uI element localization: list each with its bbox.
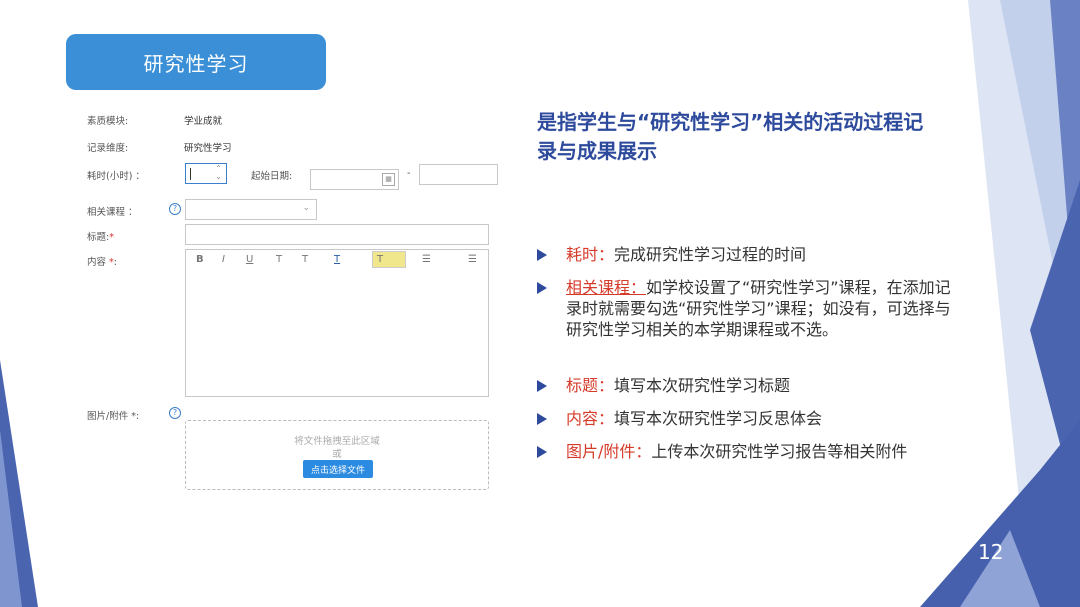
course-select[interactable]: ⌄ [185,199,317,220]
chevron-down-icon: ⌄ [302,203,310,213]
bullet-keyword: 标题： [566,376,615,395]
help-icon[interactable]: ? [169,407,181,419]
justify-icon[interactable]: ☰ [468,254,477,265]
slide-title: 研究性学习 [66,34,326,90]
dimension-label: 记录维度: [87,143,129,154]
content-editor[interactable] [185,249,489,397]
bullet-keyword: 相关课程： [566,278,647,297]
text-cursor [190,168,191,180]
bullet-keyword: 图片/附件： [566,442,652,461]
triangle-bullet-icon [537,446,547,458]
bold-button[interactable]: B [196,254,204,265]
content-label: 内容 *: [87,257,117,268]
start-date-label: 起始日期: [251,171,293,182]
bullet-text: 完成研究性学习过程的时间 [614,245,807,264]
subscript-button[interactable]: T [302,254,308,265]
dropzone-hint: 将文件拖拽至此区域 [294,436,380,447]
bullet-keyword: 内容： [566,409,615,428]
highlight-color-button[interactable]: T [372,251,406,268]
stepper-arrows-icon[interactable]: ⌃ ⌄ [215,165,222,181]
editor-toolbar: B I U T T T T ☰ ☰ [186,249,488,271]
dropzone-or: 或 [332,449,342,460]
file-dropzone[interactable]: 将文件拖拽至此区域 或 点击选择文件 [185,420,489,490]
module-label: 素质模块: [87,116,129,127]
bullet-text: 填写本次研究性学习反思体会 [614,409,823,428]
date-separator: - [407,168,411,179]
hours-label: 耗时(小时) ： [87,171,145,182]
calendar-icon[interactable]: ▦ [382,173,395,186]
attachment-label: 图片/附件 *: [87,411,140,422]
help-icon[interactable]: ? [169,203,181,215]
triangle-bullet-icon [537,413,547,425]
italic-button[interactable]: I [222,254,225,265]
hours-stepper[interactable]: ⌃ ⌄ [185,163,227,184]
course-label: 相关课程 ： [87,207,138,218]
page-number: 12 [978,540,1004,564]
bullet-keyword: 耗时： [566,245,615,264]
align-left-icon[interactable]: ☰ [422,254,431,265]
title-label: 标题:* [87,232,114,243]
superscript-button[interactable]: T [276,254,282,265]
triangle-bullet-icon [537,282,547,294]
bullet-text: 上传本次研究性学习报告等相关附件 [651,442,908,461]
select-file-button[interactable]: 点击选择文件 [303,460,373,478]
dimension-value: 研究性学习 [184,143,232,154]
bullet-text: 填写本次研究性学习标题 [614,376,791,395]
font-color-button[interactable]: T [334,254,340,265]
end-date-input[interactable] [419,164,498,185]
triangle-bullet-icon [537,249,547,261]
triangle-bullet-icon [537,380,547,392]
title-input[interactable] [185,224,489,245]
underline-button[interactable]: U [246,254,253,265]
start-date-input[interactable]: ▦ [310,169,399,190]
module-value: 学业成就 [184,116,223,127]
slide-heading: 是指学生与“研究性学习”相关的活动过程记录与成果展示 [537,110,924,163]
